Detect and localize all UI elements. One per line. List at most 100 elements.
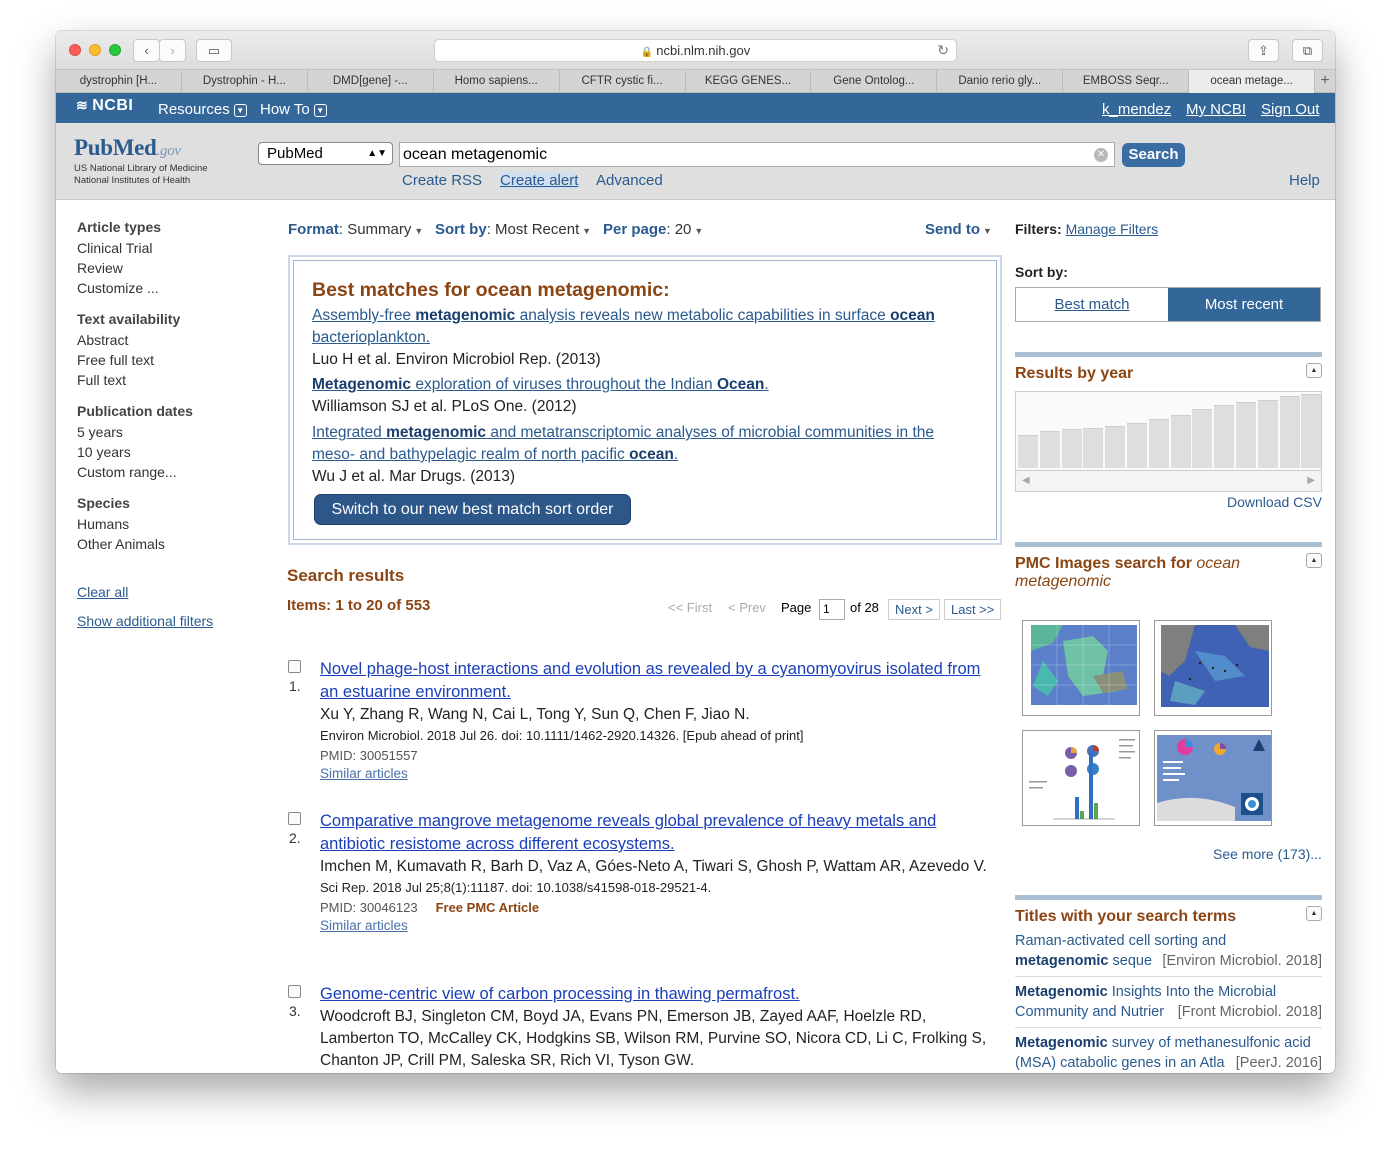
filter-item[interactable]: Custom range... <box>77 462 277 482</box>
next-page-button[interactable]: Next > <box>888 599 940 620</box>
filter-item[interactable]: Full text <box>77 370 277 390</box>
browser-tab-active[interactable]: ocean metage... <box>1189 70 1316 93</box>
filter-item[interactable]: Clinical Trial <box>77 238 277 258</box>
title-suggestion[interactable]: Metagenomic survey of methanesulfonic ac… <box>1015 1034 1322 1073</box>
download-csv-link[interactable]: Download CSV <box>1227 494 1322 510</box>
howto-menu[interactable]: How To ▼ <box>260 101 327 118</box>
pmc-image-thumbnail[interactable] <box>1022 730 1140 826</box>
username-link[interactable]: k_mendez <box>1102 101 1171 118</box>
sort-menu[interactable]: Sort by: Most Recent ▼ <box>435 221 591 238</box>
browser-tab[interactable]: Gene Ontolog... <box>811 70 938 93</box>
browser-tab[interactable]: dystrophin [H... <box>56 70 182 93</box>
title-suggestion[interactable]: Raman-activated cell sorting and metagen… <box>1015 932 1322 977</box>
collapse-icon[interactable]: ▲ <box>1306 363 1322 378</box>
advanced-link[interactable]: Advanced <box>596 172 663 189</box>
new-tab-button[interactable]: + <box>1315 70 1335 93</box>
browser-tab[interactable]: EMBOSS Seqr... <box>1063 70 1190 93</box>
year-bar[interactable] <box>1257 400 1278 468</box>
similar-articles-link[interactable]: Similar articles <box>320 918 1002 933</box>
filter-item[interactable]: Humans <box>77 514 277 534</box>
first-page-link[interactable]: << First <box>668 600 712 615</box>
minimize-window-icon[interactable] <box>89 44 101 56</box>
result-checkbox[interactable] <box>288 660 301 673</box>
reload-icon[interactable]: ↻ <box>937 40 949 61</box>
create-alert-link[interactable]: Create alert <box>500 172 579 189</box>
database-select[interactable]: PubMed ▲▼ <box>258 142 393 165</box>
scroll-right-icon[interactable]: ▶ <box>1307 471 1315 491</box>
filter-item[interactable]: 5 years <box>77 422 277 442</box>
year-bar[interactable] <box>1236 402 1256 468</box>
ncbi-logo[interactable]: ≋ NCBI <box>76 97 133 115</box>
browser-tab[interactable]: Danio rerio gly... <box>937 70 1064 93</box>
per-page-menu[interactable]: Per page: 20 ▼ <box>603 221 703 238</box>
browser-tab[interactable]: CFTR cystic fi... <box>560 70 686 93</box>
switch-sort-order-button[interactable]: Switch to our new best match sort order <box>314 494 631 525</box>
prev-page-link[interactable]: < Prev <box>728 600 766 615</box>
create-rss-link[interactable]: Create RSS <box>402 172 482 189</box>
share-icon[interactable]: ⇪ <box>1248 39 1279 62</box>
best-match-sort-button[interactable]: Best match <box>1016 288 1168 321</box>
year-bar[interactable] <box>1279 396 1300 468</box>
year-bar[interactable] <box>1083 428 1104 468</box>
year-bar[interactable] <box>1105 426 1126 468</box>
browser-tab[interactable]: Homo sapiens... <box>434 70 560 93</box>
year-bar[interactable] <box>1061 429 1082 468</box>
filter-item[interactable]: Other Animals <box>77 534 277 554</box>
clear-search-icon[interactable]: ✕ <box>1094 148 1108 162</box>
result-title-link[interactable]: Comparative mangrove metagenome reveals … <box>320 810 1002 856</box>
sign-out-link[interactable]: Sign Out <box>1261 101 1319 118</box>
results-by-year-chart[interactable]: ◀ ▶ <box>1015 391 1322 492</box>
forward-icon[interactable]: › <box>159 39 186 62</box>
tabs-overview-icon[interactable]: ⧉ <box>1292 39 1323 62</box>
title-suggestion[interactable]: Metagenomic Insights Into the Microbial … <box>1015 983 1322 1028</box>
year-bar[interactable] <box>1127 423 1147 468</box>
best-match-title[interactable]: Assembly-free metagenomic analysis revea… <box>312 305 972 349</box>
pmc-image-thumbnail[interactable] <box>1154 620 1272 716</box>
show-additional-filters-link[interactable]: Show additional filters <box>77 613 277 629</box>
see-more-link[interactable]: See more (173)... <box>1213 846 1322 862</box>
send-to-menu[interactable]: Send to ▼ <box>925 221 992 238</box>
pmc-image-thumbnail[interactable] <box>1154 730 1272 826</box>
result-title-link[interactable]: Novel phage-host interactions and evolut… <box>320 658 1002 704</box>
result-title-link[interactable]: Genome-centric view of carbon processing… <box>320 983 1002 1006</box>
browser-tab[interactable]: KEGG GENES... <box>686 70 812 93</box>
year-bar[interactable] <box>1170 415 1191 468</box>
sidebar-icon[interactable]: ▭ <box>196 39 232 62</box>
back-icon[interactable]: ‹ <box>133 39 160 62</box>
pubmed-logo[interactable]: PubMed.gov US National Library of Medici… <box>74 135 208 187</box>
free-pmc-article-link[interactable]: Free PMC Article <box>436 900 540 915</box>
format-menu[interactable]: Format: Summary ▼ <box>288 221 423 238</box>
result-checkbox[interactable] <box>288 985 301 998</box>
my-ncbi-link[interactable]: My NCBI <box>1186 101 1246 118</box>
year-bar[interactable] <box>1039 431 1060 468</box>
resources-menu[interactable]: Resources ▼ <box>158 101 247 118</box>
most-recent-sort-button[interactable]: Most recent <box>1168 288 1320 321</box>
browser-tab[interactable]: DMD[gene] -... <box>308 70 434 93</box>
best-match-title[interactable]: Integrated metagenomic and metatranscrip… <box>312 422 972 466</box>
search-input[interactable]: ocean metagenomic ✕ <box>399 142 1115 167</box>
filter-item[interactable]: Free full text <box>77 350 277 370</box>
year-bar[interactable] <box>1192 409 1213 468</box>
chart-scrollbar[interactable]: ◀ ▶ <box>1016 470 1321 491</box>
scroll-left-icon[interactable]: ◀ <box>1022 475 1030 486</box>
browser-tab[interactable]: Dystrophin - H... <box>182 70 308 93</box>
close-window-icon[interactable] <box>69 44 81 56</box>
maximize-window-icon[interactable] <box>109 44 121 56</box>
similar-articles-link[interactable]: Similar articles <box>320 766 1002 781</box>
last-page-button[interactable]: Last >> <box>944 599 1002 620</box>
help-link[interactable]: Help <box>1289 172 1320 189</box>
manage-filters-link[interactable]: Manage Filters <box>1066 221 1159 237</box>
filter-item[interactable]: Abstract <box>77 330 277 350</box>
address-bar[interactable]: 🔒 ncbi.nlm.nih.gov ↻ <box>434 39 957 62</box>
year-bar[interactable] <box>1214 405 1235 468</box>
year-bar[interactable] <box>1148 419 1169 468</box>
page-number-input[interactable]: 1 <box>819 599 845 620</box>
filter-item[interactable]: Review <box>77 258 277 278</box>
result-checkbox[interactable] <box>288 812 301 825</box>
year-bar[interactable] <box>1018 435 1038 468</box>
pmc-image-thumbnail[interactable] <box>1022 620 1140 716</box>
year-bar[interactable] <box>1301 394 1322 468</box>
collapse-icon[interactable]: ▲ <box>1306 906 1322 921</box>
collapse-icon[interactable]: ▲ <box>1306 553 1322 568</box>
best-match-title[interactable]: Metagenomic exploration of viruses throu… <box>312 374 972 396</box>
